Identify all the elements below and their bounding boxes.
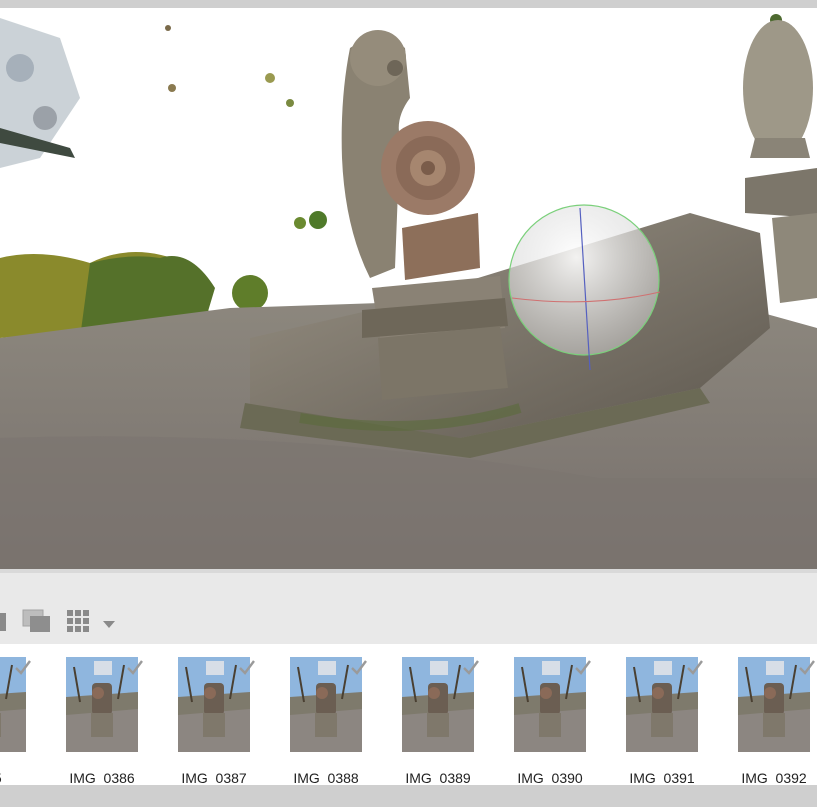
- image-thumbnail[interactable]: IMG_0391: [626, 657, 703, 785]
- bear-statue: [341, 30, 480, 280]
- checkmark-icon[interactable]: [238, 659, 256, 675]
- image-thumbnail[interactable]: IMG_0386: [66, 657, 143, 785]
- checkmark-icon[interactable]: [686, 659, 704, 675]
- image-label: IMG_0389: [405, 770, 471, 785]
- image-label: IMG_0391: [629, 770, 695, 785]
- dropdown-arrow-icon[interactable]: [101, 616, 117, 628]
- image-label: IMG_0392: [741, 770, 807, 785]
- image-thumbnail[interactable]: 385: [0, 657, 31, 785]
- checkmark-icon[interactable]: [350, 659, 368, 675]
- image-thumbnail[interactable]: IMG_0388: [290, 657, 367, 785]
- checkmark-icon[interactable]: [126, 659, 144, 675]
- checkmark-icon[interactable]: [574, 659, 592, 675]
- photos-toolbar: [0, 573, 817, 644]
- image-thumbnail[interactable]: IMG_0389: [402, 657, 479, 785]
- window-bottom-border: [0, 785, 817, 807]
- image-thumbnail[interactable]: IMG_0390: [514, 657, 591, 785]
- pedestal: [362, 276, 508, 400]
- image-thumbnail[interactable]: IMG_0392: [738, 657, 815, 785]
- stack-view-icon[interactable]: [22, 609, 52, 633]
- image-thumbnail[interactable]: IMG_0387: [178, 657, 255, 785]
- checkmark-icon[interactable]: [798, 659, 816, 675]
- 3d-viewport[interactable]: [0, 8, 817, 569]
- checkmark-icon[interactable]: [14, 659, 32, 675]
- window-top-border: [0, 0, 817, 8]
- grid-view-icon[interactable]: [66, 609, 90, 633]
- image-label: 385: [0, 770, 35, 785]
- image-label: IMG_0388: [293, 770, 359, 785]
- image-label: IMG_0390: [517, 770, 583, 785]
- partial-view-icon[interactable]: [0, 613, 6, 631]
- checkmark-icon[interactable]: [462, 659, 480, 675]
- image-filmstrip: 385 IMG_0386 IMG_0387 IMG_0388 IMG_0389 IMG_0…: [0, 644, 817, 785]
- image-label: IMG_0386: [69, 770, 135, 785]
- image-label: IMG_0387: [181, 770, 247, 785]
